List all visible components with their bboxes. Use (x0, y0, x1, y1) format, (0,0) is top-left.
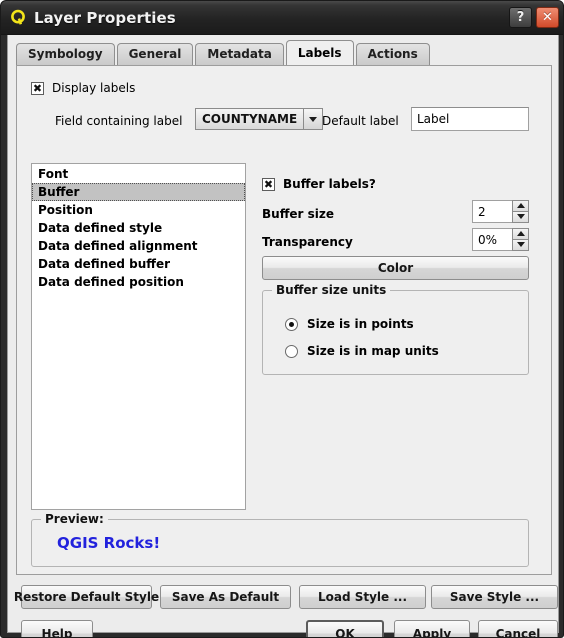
spin-down-icon[interactable] (512, 211, 529, 223)
labels-tab-page: Display labels Field containing label CO… (16, 65, 552, 575)
save-style-button[interactable]: Save Style ... (431, 585, 558, 609)
ok-button-label: OK (335, 626, 355, 638)
apply-button[interactable]: Apply (394, 620, 470, 637)
help-titlebar-button[interactable]: ? (509, 7, 532, 28)
buffer-size-stepper[interactable]: 2 (472, 200, 529, 223)
radio-size-in-points[interactable]: Size is in points (285, 317, 414, 331)
layer-properties-dialog: Layer Properties ? ✕ Symbology General M… (0, 0, 564, 638)
spin-down-icon[interactable] (512, 239, 529, 251)
radio-size-in-points-label: Size is in points (307, 317, 414, 331)
preview-title: Preview: (41, 512, 108, 526)
transparency-value[interactable]: 0% (472, 228, 512, 251)
field-containing-label-label: Field containing label (55, 114, 183, 128)
list-item[interactable]: Data defined position (32, 273, 245, 291)
dialog-body: Symbology General Metadata Labels Action… (7, 35, 559, 637)
spin-up-icon[interactable] (512, 228, 529, 240)
list-item[interactable]: Position (32, 201, 245, 219)
tab-labels[interactable]: Labels (285, 40, 354, 65)
preview-group: Preview: QGIS Rocks! (31, 512, 529, 567)
close-icon[interactable]: ✕ (536, 7, 559, 28)
radio-size-in-map-units-dot (285, 344, 298, 358)
list-item[interactable]: Data defined alignment (32, 237, 245, 255)
tab-actions[interactable]: Actions (355, 43, 430, 65)
buffer-labels-checkbox-box (262, 177, 275, 191)
radio-size-in-points-dot (285, 317, 298, 331)
triangle-up-glyph (516, 203, 525, 209)
chevron-down-glyph (309, 116, 318, 122)
tab-general[interactable]: General (116, 43, 194, 65)
display-labels-checkbox-box (31, 81, 44, 95)
radio-size-in-map-units[interactable]: Size is in map units (285, 344, 439, 358)
dialog-button-row: Help OK Apply Cancel (16, 620, 558, 638)
transparency-spin-buttons (512, 228, 529, 251)
transparency-label: Transparency (262, 235, 353, 249)
color-button[interactable]: Color (262, 256, 529, 280)
display-labels-checkbox[interactable]: Display labels (31, 81, 135, 95)
list-item[interactable]: Font (32, 165, 245, 183)
transparency-stepper[interactable]: 0% (472, 228, 529, 251)
radio-size-in-map-units-label: Size is in map units (307, 344, 439, 358)
list-item[interactable]: Buffer (32, 183, 245, 201)
buffer-labels-label: Buffer labels? (283, 177, 376, 191)
save-as-default-button[interactable]: Save As Default (160, 585, 291, 609)
list-item[interactable]: Data defined buffer (32, 255, 245, 273)
load-style-button[interactable]: Load Style ... (299, 585, 426, 609)
buffer-labels-checkbox[interactable]: Buffer labels? (262, 177, 376, 191)
qgis-q-icon (10, 9, 27, 26)
default-label-input[interactable]: Label (411, 107, 529, 131)
display-labels-label: Display labels (52, 81, 136, 95)
tab-bar: Symbology General Metadata Labels Action… (16, 40, 552, 65)
style-button-row: Restore Default Style Save As Default Lo… (14, 585, 558, 609)
tab-symbology[interactable]: Symbology (16, 43, 115, 65)
buffer-size-units-title: Buffer size units (272, 283, 391, 297)
field-containing-label-value: COUNTYNAME (195, 108, 304, 130)
field-containing-label-combo[interactable]: COUNTYNAME (195, 108, 324, 130)
buffer-size-value[interactable]: 2 (472, 200, 512, 223)
help-button[interactable]: Help (21, 620, 93, 637)
buffer-size-label: Buffer size (262, 207, 335, 221)
triangle-down-glyph (516, 214, 525, 220)
cancel-button[interactable]: Cancel (478, 620, 558, 637)
ok-button[interactable]: OK (306, 620, 384, 638)
buffer-size-units-group: Buffer size units Size is in points Size… (262, 283, 529, 375)
restore-default-style-button[interactable]: Restore Default Style (14, 585, 159, 609)
title-bar[interactable]: Layer Properties ? ✕ (1, 1, 563, 35)
spin-up-icon[interactable] (512, 200, 529, 212)
label-sections-list[interactable]: Font Buffer Position Data defined style … (31, 163, 246, 510)
chevron-down-icon[interactable] (303, 108, 324, 130)
list-item[interactable]: Data defined style (32, 219, 245, 237)
preview-sample-text: QGIS Rocks! (57, 534, 161, 552)
triangle-up-glyph (516, 231, 525, 237)
tab-metadata[interactable]: Metadata (195, 43, 284, 65)
window-title: Layer Properties (34, 8, 176, 27)
default-label-label: Default label (322, 114, 399, 128)
buffer-size-spin-buttons (512, 200, 529, 223)
triangle-down-glyph (516, 242, 525, 248)
